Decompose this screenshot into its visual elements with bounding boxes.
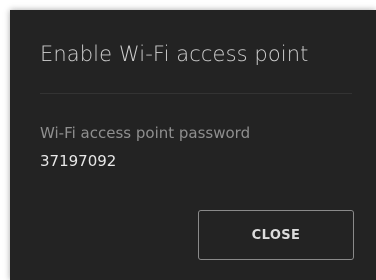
wifi-access-point-dialog: Enable Wi-Fi access point Wi-Fi access p… <box>10 10 376 280</box>
title-divider <box>40 93 352 94</box>
dialog-title: Enable Wi-Fi access point <box>40 42 309 66</box>
password-value: 37197092 <box>40 152 117 170</box>
close-button[interactable]: CLOSE <box>198 210 354 260</box>
password-label: Wi-Fi access point password <box>40 124 251 142</box>
